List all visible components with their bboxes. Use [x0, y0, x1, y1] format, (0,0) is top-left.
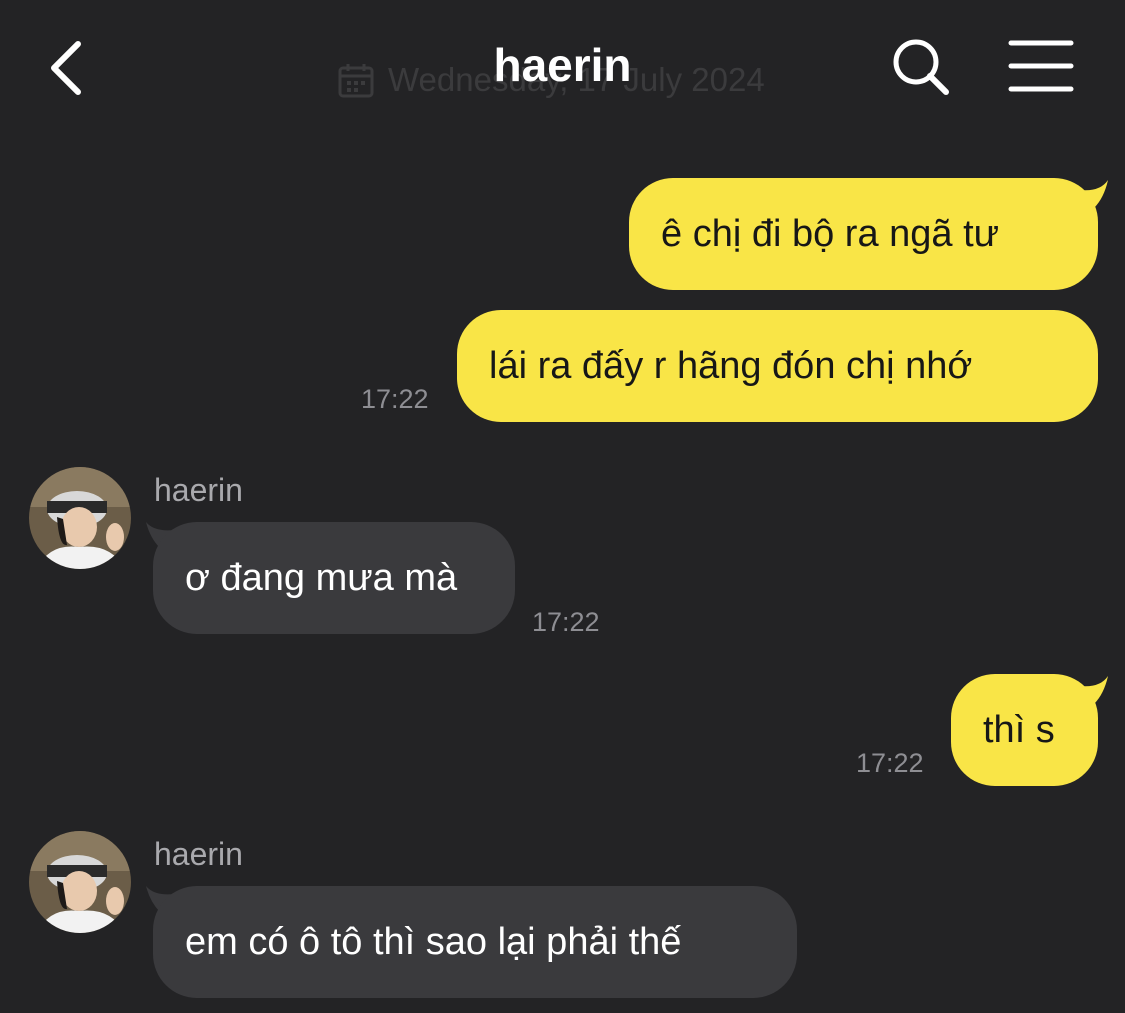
- sender-name: haerin: [154, 472, 243, 508]
- avatar-photo: [29, 831, 131, 933]
- incoming-message-bubble[interactable]: em có ô tô thì sao lại phải thế: [153, 886, 797, 998]
- sender-name: haerin: [154, 836, 243, 872]
- bubble-tail: [1080, 180, 1108, 208]
- avatar-photo: [29, 467, 131, 569]
- message-text: lái ra đấy r hãng đón chị nhớ: [489, 345, 973, 387]
- message-timestamp: 17:22: [856, 748, 924, 778]
- incoming-message-bubble[interactable]: ơ đang mưa mà: [153, 522, 515, 634]
- chat-title: haerin: [493, 39, 632, 91]
- message-text: thì s: [983, 709, 1055, 751]
- message-timestamp: 17:22: [532, 607, 600, 637]
- avatar[interactable]: [29, 831, 131, 933]
- avatar[interactable]: [29, 467, 131, 569]
- bubble-tail: [1080, 676, 1108, 704]
- message-text: ơ đang mưa mà: [185, 557, 458, 599]
- chat-header: Wednesday, 17 July 2024 haerin: [0, 0, 1125, 140]
- outgoing-message-bubble[interactable]: thì s: [951, 674, 1098, 786]
- message-text: ê chị đi bộ ra ngã tư: [661, 213, 1000, 255]
- message-text: em có ô tô thì sao lại phải thế: [185, 921, 682, 963]
- outgoing-message-bubble[interactable]: lái ra đấy r hãng đón chị nhớ: [457, 310, 1098, 422]
- message-timestamp: 17:22: [361, 384, 429, 414]
- outgoing-message-bubble[interactable]: ê chị đi bộ ra ngã tư: [629, 178, 1098, 290]
